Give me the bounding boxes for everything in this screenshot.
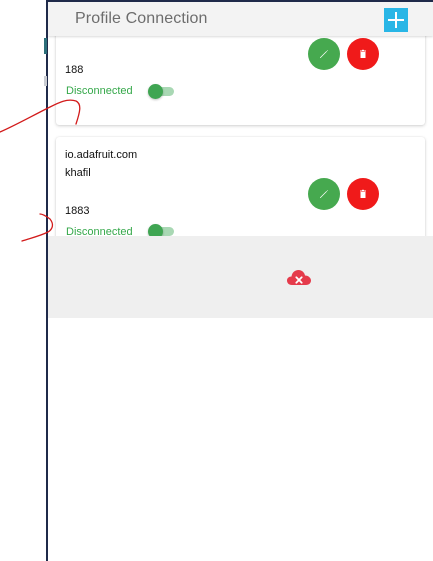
pencil-icon (320, 50, 328, 58)
empty-state-panel (48, 236, 433, 318)
trash-icon (360, 189, 366, 198)
trash-icon (360, 49, 366, 58)
edit-profile-button[interactable] (308, 178, 340, 210)
toggle-thumb (148, 84, 163, 99)
pencil-icon (320, 190, 328, 198)
profile-connection-panel: khafil 188 Disconnected (48, 2, 433, 561)
connection-status: Disconnected (66, 85, 133, 97)
page-title: Profile Connection (75, 10, 208, 27)
profile-host: io.adafruit.com (65, 149, 138, 161)
profile-port: 188 (65, 64, 84, 76)
plus-icon (388, 12, 404, 28)
cloud-error-icon (287, 270, 311, 285)
connection-toggle[interactable] (148, 84, 174, 99)
profile-card[interactable]: io.adafruit.com khafil 1883 Disconnected (56, 137, 425, 247)
delete-profile-button[interactable] (347, 38, 379, 70)
profile-port: 1883 (65, 205, 90, 217)
add-profile-button[interactable] (384, 8, 408, 32)
background-window-edge (44, 38, 47, 54)
profile-username: khafil (65, 167, 91, 179)
delete-profile-button[interactable] (347, 178, 379, 210)
app-header: Profile Connection (48, 2, 433, 36)
background-window-edge (44, 76, 47, 86)
edit-profile-button[interactable] (308, 38, 340, 70)
